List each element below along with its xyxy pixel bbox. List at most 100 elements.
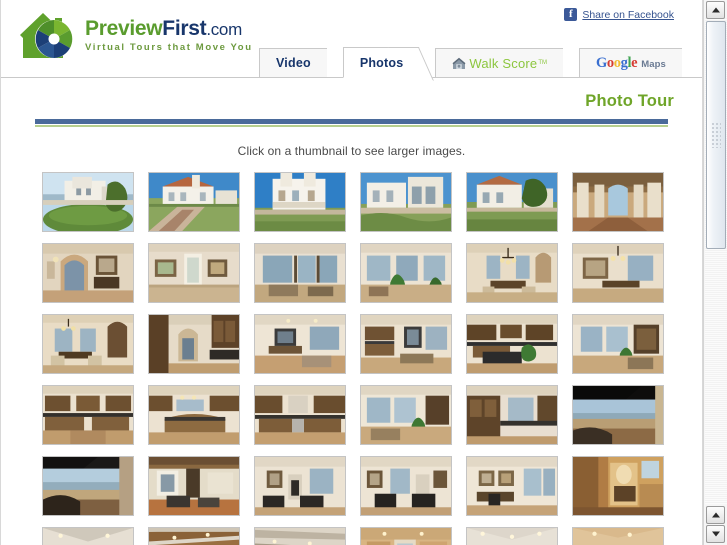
site-logo[interactable]: PreviewFirst.com Virtual Tours that Move…: [19, 10, 253, 62]
logo-tagline: Virtual Tours that Move You: [85, 42, 253, 53]
triangle-down-icon: [711, 531, 720, 537]
tab-bar: Video Photos Walk Score TM Google Maps: [259, 46, 698, 78]
thumbnail-34[interactable]: [360, 527, 452, 545]
thumbnail-image: [361, 173, 451, 231]
logo-name-part2: First: [162, 17, 207, 40]
thumbnail-15[interactable]: [254, 314, 346, 374]
thumbnail-image: [149, 244, 239, 302]
thumbnail-image: [255, 457, 345, 515]
page-frame: PreviewFirst.com Virtual Tours that Move…: [0, 0, 703, 545]
thumbnail-29[interactable]: [466, 456, 558, 516]
tab-walk-score[interactable]: Walk Score TM: [435, 48, 564, 78]
thumbnail-14[interactable]: [148, 314, 240, 374]
thumbnail-image: [467, 457, 557, 515]
main-content: Photo Tour Click on a thumbnail to see l…: [1, 78, 702, 545]
thumbnail-20[interactable]: [148, 385, 240, 445]
thumbnail-image: [255, 315, 345, 373]
thumbnail-10[interactable]: [360, 243, 452, 303]
tab-video[interactable]: Video: [259, 48, 327, 78]
thumbnail-35[interactable]: [466, 527, 558, 545]
tab-google-maps[interactable]: Google Maps: [579, 48, 682, 78]
divider-blue-bar: [35, 119, 668, 124]
thumbnail-18[interactable]: [572, 314, 664, 374]
thumbnail-16[interactable]: [360, 314, 452, 374]
thumbnail-image: [467, 173, 557, 231]
vertical-scrollbar[interactable]: [703, 0, 727, 545]
thumbnail-17[interactable]: [466, 314, 558, 374]
thumbnail-image: [43, 173, 133, 231]
thumbnail-image: [361, 244, 451, 302]
google-maps-brand: Google Maps: [596, 55, 666, 72]
logo-name-part1: Preview: [85, 17, 163, 40]
logo-wordmark: PreviewFirst.com Virtual Tours that Move…: [85, 10, 253, 54]
scrollbar-up-button-bottom[interactable]: [706, 506, 725, 524]
thumbnail-image: [361, 315, 451, 373]
thumbnail-12[interactable]: [572, 243, 664, 303]
thumbnail-image: [149, 386, 239, 444]
thumbnail-31[interactable]: [42, 527, 134, 545]
thumbnail-grid: [1, 172, 664, 545]
scrollbar-grip-icon: [711, 122, 721, 148]
scrollbar-up-button[interactable]: [706, 1, 725, 19]
thumbnail-2[interactable]: [148, 172, 240, 232]
triangle-up-icon: [711, 7, 720, 13]
thumbnail-image: [255, 386, 345, 444]
thumbnail-image: [573, 386, 663, 444]
thumbnail-27[interactable]: [254, 456, 346, 516]
thumbnail-image: [149, 457, 239, 515]
thumbnail-33[interactable]: [254, 527, 346, 545]
thumbnail-19[interactable]: [42, 385, 134, 445]
instructions-text: Click on a thumbnail to see larger image…: [237, 144, 466, 158]
triangle-up-icon: [711, 512, 720, 518]
thumbnail-23[interactable]: [466, 385, 558, 445]
thumbnail-image: [361, 528, 451, 545]
google-maps-label: Maps: [641, 58, 666, 70]
thumbnail-9[interactable]: [254, 243, 346, 303]
thumbnail-5[interactable]: [466, 172, 558, 232]
thumbnail-7[interactable]: [42, 243, 134, 303]
thumbnail-13[interactable]: [42, 314, 134, 374]
thumbnail-image: [149, 315, 239, 373]
thumbnail-image: [467, 315, 557, 373]
thumbnail-image: [43, 244, 133, 302]
thumbnail-image: [467, 244, 557, 302]
thumbnail-image: [467, 528, 557, 545]
thumbnail-image: [255, 528, 345, 545]
house-aperture-logo-icon: [20, 13, 73, 58]
thumbnail-3[interactable]: [254, 172, 346, 232]
scrollbar-down-button[interactable]: [706, 525, 725, 543]
thumbnail-image: [573, 315, 663, 373]
thumbnail-6[interactable]: [572, 172, 664, 232]
thumbnail-image: [573, 173, 663, 231]
tab-photos[interactable]: Photos: [342, 47, 420, 78]
thumbnail-26[interactable]: [148, 456, 240, 516]
thumbnail-21[interactable]: [254, 385, 346, 445]
thumbnail-36[interactable]: [572, 527, 664, 545]
logo-name-tld: .com: [206, 20, 242, 39]
tab-video-label: Video: [276, 56, 311, 70]
thumbnail-image: [573, 244, 663, 302]
thumbnail-image: [43, 386, 133, 444]
thumbnail-1[interactable]: [42, 172, 134, 232]
thumbnail-8[interactable]: [148, 243, 240, 303]
thumbnail-25[interactable]: [42, 456, 134, 516]
thumbnail-11[interactable]: [466, 243, 558, 303]
thumbnail-image: [467, 386, 557, 444]
share-on-facebook-link[interactable]: f Share on Facebook: [564, 8, 674, 21]
thumbnail-24[interactable]: [572, 385, 664, 445]
share-label: Share on Facebook: [582, 8, 674, 21]
thumbnail-22[interactable]: [360, 385, 452, 445]
scrollbar-thumb[interactable]: [706, 21, 726, 249]
thumbnail-image: [43, 528, 133, 545]
thumbnail-4[interactable]: [360, 172, 452, 232]
thumbnail-image: [149, 173, 239, 231]
thumbnail-32[interactable]: [148, 527, 240, 545]
thumbnail-28[interactable]: [360, 456, 452, 516]
thumbnail-30[interactable]: [572, 456, 664, 516]
thumbnail-image: [43, 457, 133, 515]
walkscore-label: Walk Score: [469, 55, 538, 71]
section-divider: [35, 119, 668, 127]
site-header: PreviewFirst.com Virtual Tours that Move…: [1, 0, 702, 78]
walkscore-tm: TM: [538, 60, 548, 66]
thumbnail-image: [361, 457, 451, 515]
